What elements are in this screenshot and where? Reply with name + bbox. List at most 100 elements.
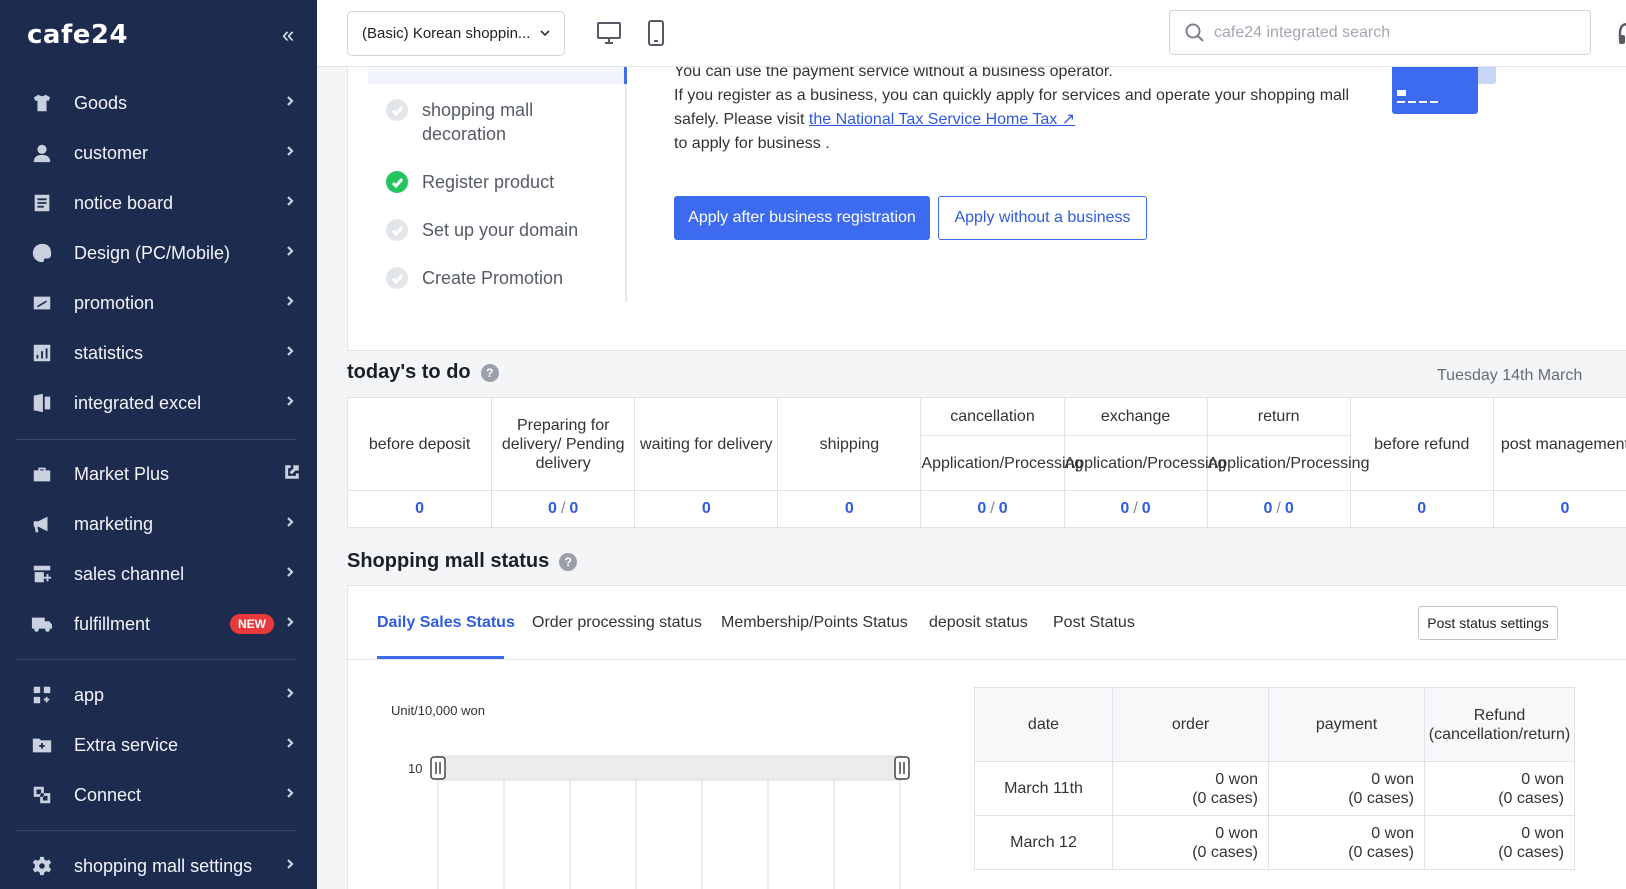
tab-daily-sales-status[interactable]: Daily Sales Status [377, 614, 515, 632]
tab-post-status[interactable]: Post Status [1053, 614, 1135, 632]
todo-header-before-deposit: before deposit [346, 397, 493, 491]
todo-count-link[interactable]: 0 [415, 500, 424, 517]
sidebar-item-label: app [74, 684, 105, 705]
step-shopping-mall-decoration[interactable]: shopping mall decoration [386, 98, 562, 146]
sidebar-item-notice-board[interactable]: notice board [0, 178, 317, 228]
setup-panel: shopping mall decoration Register produc… [347, 67, 1626, 351]
order-cases: (0 cases) [1192, 843, 1258, 861]
todo-value-cancellation: 0/0 [920, 490, 1065, 528]
sidebar-item-label: marketing [74, 513, 154, 534]
help-icon[interactable]: ? [480, 363, 499, 382]
chevron-right-icon [284, 857, 296, 875]
setup-steps: shopping mall decoration Register produc… [368, 67, 627, 302]
range-handle-left[interactable] [430, 756, 446, 780]
palette-icon [30, 241, 54, 265]
integrated-search [1169, 10, 1591, 55]
collapse-sidebar-icon[interactable]: « [282, 22, 294, 48]
step-set-up-domain[interactable]: Set up your domain [386, 218, 622, 242]
sidebar-item-app[interactable]: app [0, 670, 317, 720]
apply-after-registration-button[interactable]: Apply after business registration [674, 196, 930, 240]
todo-header-waiting-delivery: waiting for delivery [634, 397, 779, 491]
todo-count-link[interactable]: 0 [1417, 500, 1426, 517]
table-row: March 11th 0 won (0 cases) 0 won (0 cases)… [974, 761, 1575, 816]
post-status-settings-button[interactable]: Post status settings [1418, 606, 1558, 640]
apply-without-business-button[interactable]: Apply without a business [938, 196, 1147, 240]
sidebar-item-customer[interactable]: customer [0, 128, 317, 178]
todo-date: Tuesday 14th March [1437, 367, 1583, 384]
chevron-right-icon [284, 294, 296, 312]
truck-icon [30, 612, 54, 636]
status-tabs: Daily Sales Status Order processing stat… [348, 586, 1626, 660]
todo-count-link[interactable]: 0 [1264, 500, 1273, 517]
help-icon[interactable]: ? [559, 552, 578, 571]
sidebar-item-market-plus[interactable]: Market Plus [0, 449, 317, 499]
mall-select-dropdown[interactable]: (Basic) Korean shoppin... [347, 11, 565, 56]
slash: / [1276, 500, 1281, 517]
sidebar-item-shopping-mall-settings[interactable]: shopping mall settings [0, 841, 317, 889]
todo-count-link[interactable]: 0 [702, 500, 711, 517]
step-register-product[interactable]: Register product [386, 170, 622, 194]
sidebar-item-marketing[interactable]: marketing [0, 499, 317, 549]
sidebar-item-extra-service[interactable]: Extra service [0, 720, 317, 770]
divider [16, 659, 297, 660]
todo-count-link[interactable]: 0 [1560, 500, 1569, 517]
todo-count-link[interactable]: 0 [1142, 500, 1151, 517]
home-tax-link[interactable]: the National Tax Service Home Tax ↗ [809, 111, 1075, 128]
top-bar: (Basic) Korean shoppin... [317, 0, 1626, 67]
todo-value-shipping: 0 [777, 490, 922, 528]
sidebar-item-label: Market Plus [74, 463, 170, 484]
sidebar-item-promotion[interactable]: promotion [0, 278, 317, 328]
todo-subheader: Application/Processing [1063, 435, 1226, 491]
sidebar-item-label: Goods [74, 92, 128, 113]
tab-membership-points-status[interactable]: Membership/Points Status [721, 614, 908, 632]
cafe24-logo[interactable]: cafe24 [27, 20, 128, 50]
slash: / [560, 500, 566, 517]
todo-value-post-management: 0 [1492, 490, 1626, 528]
divider [16, 439, 297, 440]
sidebar-item-integrated-excel[interactable]: integrated excel [0, 378, 317, 428]
tab-order-processing-status[interactable]: Order processing status [532, 614, 702, 632]
todo-count-link[interactable]: 0 [977, 500, 986, 517]
desktop-view-icon[interactable] [595, 19, 623, 47]
todo-count-link[interactable]: 0 [999, 500, 1008, 517]
headset-icon[interactable] [1618, 20, 1626, 46]
y-tick-label: 10 [408, 761, 422, 776]
sidebar-item-goods[interactable]: Goods [0, 78, 317, 128]
sidebar-item-sales-channel[interactable]: sales channel [0, 549, 317, 599]
chart-unit-label: Unit/10,000 won [391, 703, 485, 718]
payment-description: You can use the payment service without … [674, 67, 1374, 156]
chart-range-slider[interactable] [435, 755, 903, 781]
payment-amount: 0 won [1371, 770, 1414, 788]
status-panel: Daily Sales Status Order processing stat… [347, 585, 1626, 889]
range-handle-right[interactable] [894, 756, 910, 780]
mall-select-value: (Basic) Korean shoppin... [362, 25, 531, 42]
mobile-view-icon[interactable] [642, 19, 670, 47]
chevron-down-icon [540, 30, 550, 37]
todo-count-link[interactable]: 0 [1120, 500, 1129, 517]
todo-value-preparing-delivery: 0/0 [491, 490, 636, 528]
sidebar-item-design[interactable]: Design (PC/Mobile) [0, 228, 317, 278]
todo-count-link[interactable]: 0 [548, 500, 557, 517]
sales-date: March 11th [974, 761, 1113, 816]
sales-refund: 0 won (0 cases) [1424, 761, 1575, 816]
payment-text-line-1: You can use the payment service without … [674, 67, 1113, 80]
market-icon [30, 462, 54, 486]
shirt-icon [30, 91, 54, 115]
todo-count-link[interactable]: 0 [569, 500, 578, 517]
sidebar-item-label: Extra service [74, 734, 179, 755]
refund-amount: 0 won [1521, 824, 1564, 842]
step-create-promotion[interactable]: Create Promotion [386, 266, 622, 290]
sidebar-item-statistics[interactable]: statistics [0, 328, 317, 378]
chevron-right-icon [284, 515, 296, 533]
chevron-right-icon [284, 244, 296, 262]
todo-value-waiting-delivery: 0 [634, 490, 779, 528]
chevron-right-icon [284, 394, 296, 412]
tab-deposit-status[interactable]: deposit status [929, 614, 1028, 632]
sidebar-item-connect[interactable]: Connect [0, 770, 317, 820]
sidebar-item-fulfillment[interactable]: fulfillment NEW [0, 599, 317, 649]
todo-count-link[interactable]: 0 [845, 500, 854, 517]
external-link-icon [284, 464, 300, 485]
todo-count-link[interactable]: 0 [1285, 500, 1294, 517]
search-input[interactable] [1214, 11, 1574, 54]
folder-plus-icon [30, 733, 54, 757]
